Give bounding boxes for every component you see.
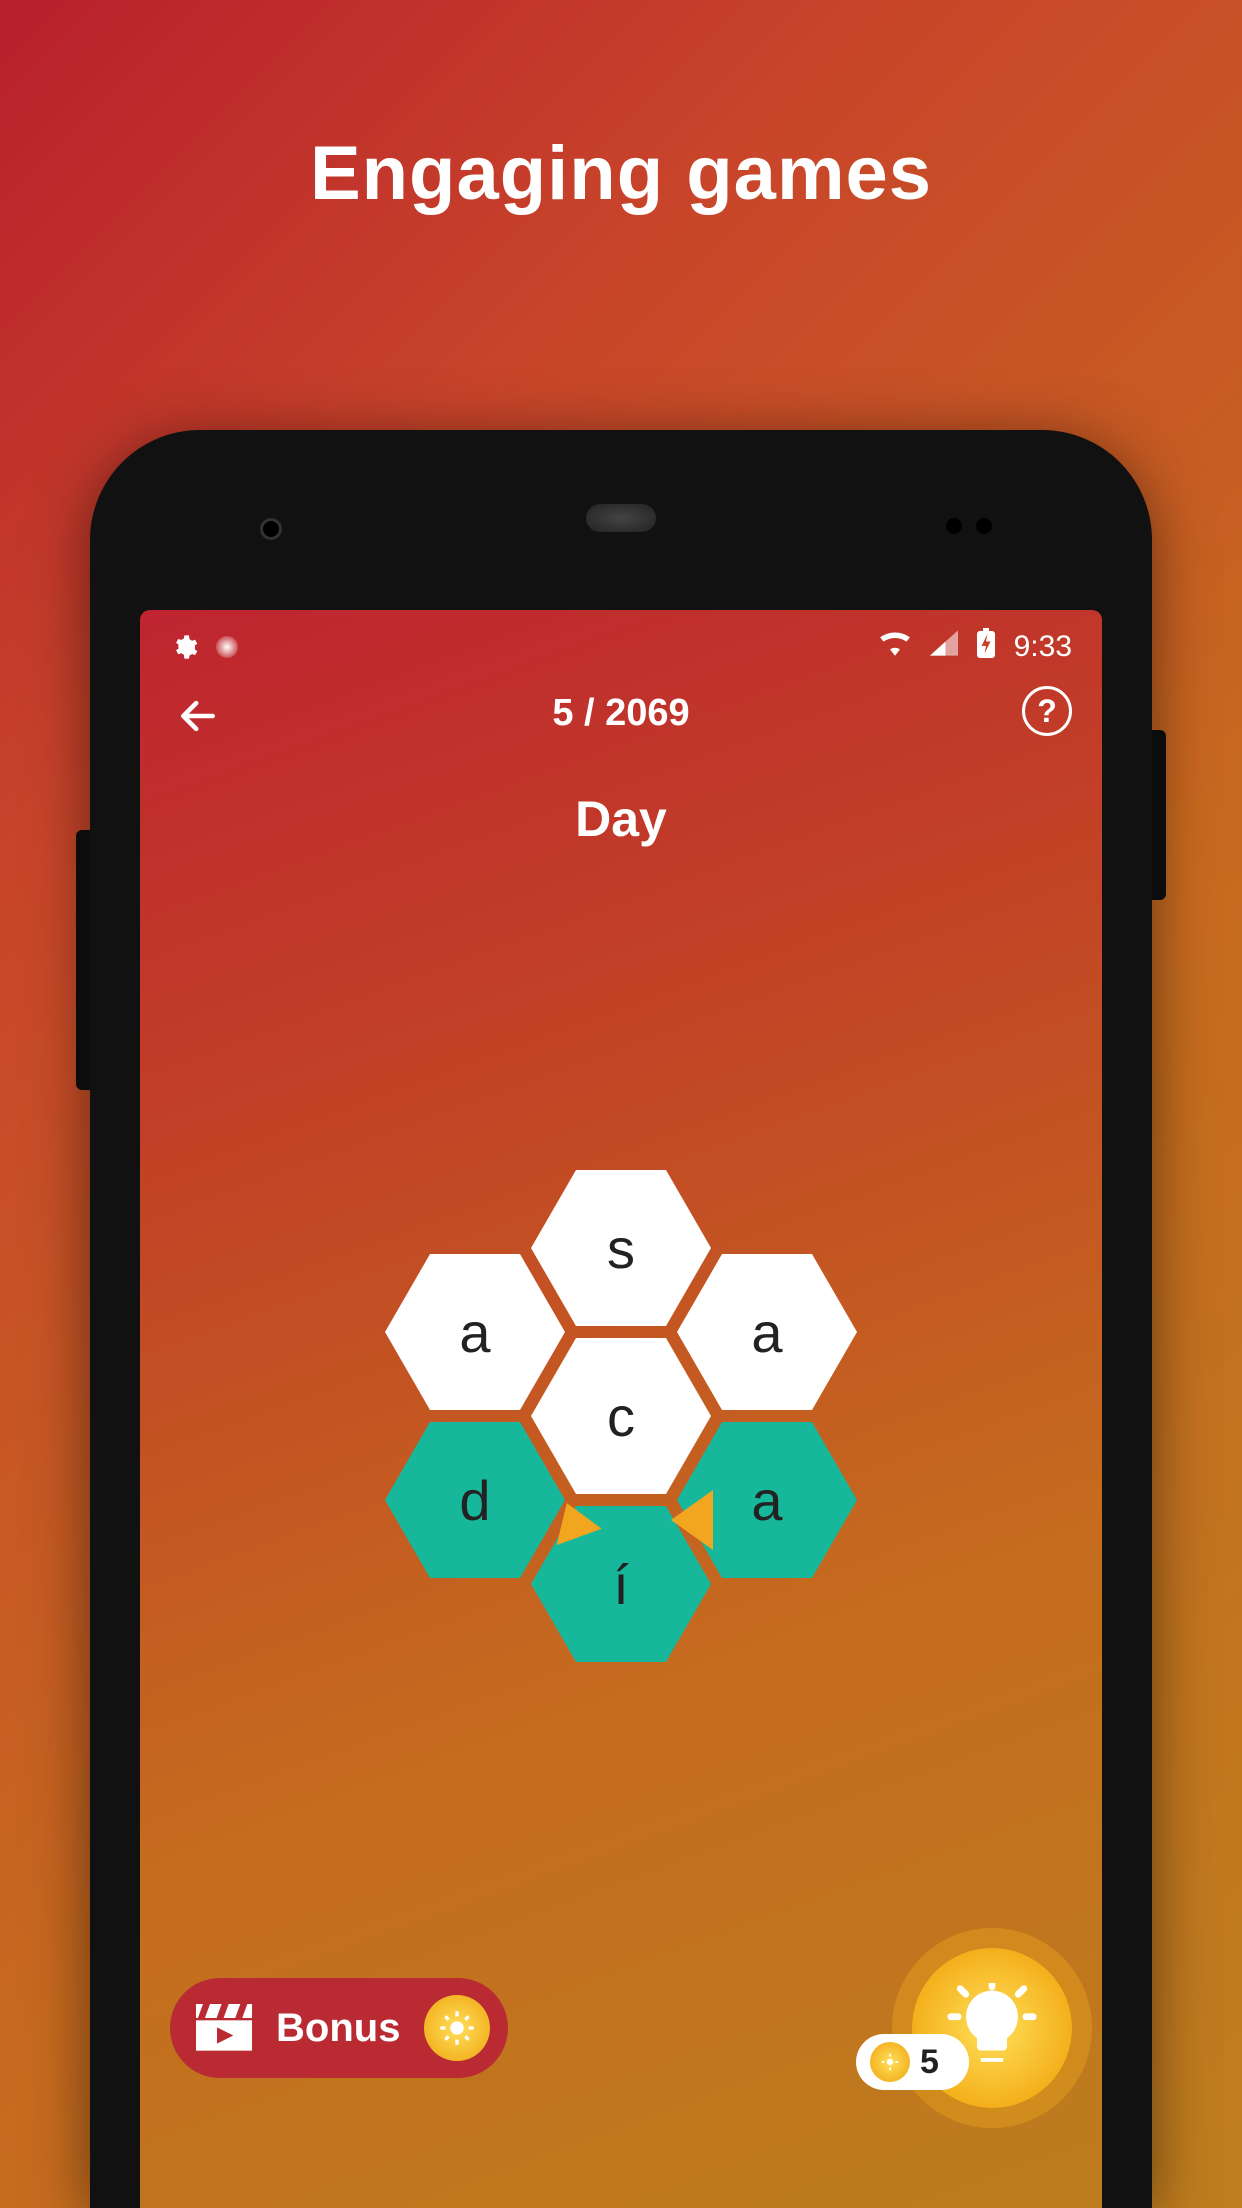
progress-counter: 5 / 2069	[140, 692, 1102, 735]
fold-accent	[671, 1490, 713, 1550]
battery-icon	[976, 628, 996, 666]
hex-letter: í	[613, 1552, 629, 1617]
hex-letter: d	[459, 1468, 490, 1533]
clapperboard-icon	[196, 2004, 252, 2052]
prompt-word: Day	[140, 790, 1102, 848]
hex-letter: a	[751, 1468, 782, 1533]
mini-coin-icon	[870, 2042, 910, 2082]
status-time: 9:33	[1014, 630, 1072, 664]
hint-count-value: 5	[920, 2043, 939, 2082]
hex-letter: a	[751, 1300, 782, 1365]
sensor-dots	[946, 518, 992, 534]
status-dot-icon	[216, 636, 238, 658]
coin-icon	[424, 1995, 490, 2061]
app-bar: 5 / 2069 ?	[140, 670, 1102, 760]
hint-counter: 5	[856, 2034, 969, 2090]
hex-letter: a	[459, 1300, 490, 1365]
wifi-icon	[878, 630, 912, 664]
promo-heading: Engaging games	[0, 130, 1242, 217]
bonus-button[interactable]: Bonus	[170, 1978, 508, 2078]
bonus-label: Bonus	[276, 2006, 400, 2051]
device-frame: 9:33 5 / 2069 ? Day s a	[90, 430, 1152, 2208]
signal-icon	[930, 630, 958, 664]
earpiece	[586, 504, 656, 532]
hint-area: 5	[912, 1948, 1072, 2108]
gear-icon	[170, 633, 198, 661]
hex-letter: c	[607, 1384, 635, 1449]
letter-hive: s a a c d	[361, 1170, 881, 1710]
help-button[interactable]: ?	[1022, 686, 1072, 736]
camera-dot	[260, 518, 282, 540]
screen: 9:33 5 / 2069 ? Day s a	[140, 610, 1102, 2208]
status-bar: 9:33	[140, 610, 1102, 670]
hex-letter: s	[607, 1216, 635, 1281]
